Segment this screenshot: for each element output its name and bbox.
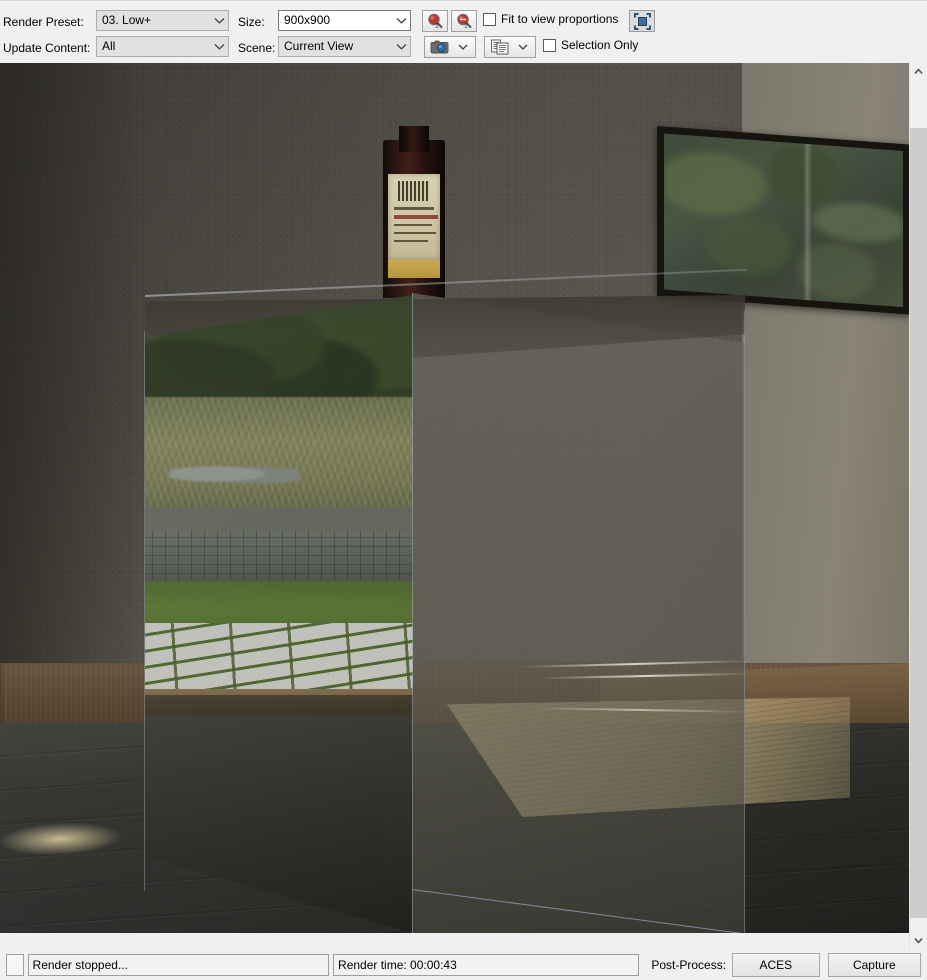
- render-toolbar: Render Preset: 03. Low+ Size: 900x900 2 …: [0, 0, 927, 63]
- mirror-glare: [802, 128, 812, 315]
- toolbar-row-1: Render Preset: 03. Low+ Size: 900x900 2 …: [0, 10, 927, 36]
- render-preset-dropdown[interactable]: 03. Low+: [96, 10, 229, 31]
- chevron-down-icon: [393, 11, 410, 30]
- selection-only-label: Selection Only: [561, 38, 639, 52]
- chevron-down-icon: [393, 37, 410, 56]
- scrollbar-track[interactable]: [910, 80, 927, 932]
- bottle-label-line: [394, 207, 434, 210]
- vertical-scrollbar[interactable]: [909, 63, 927, 949]
- wine-bottle: [383, 126, 445, 298]
- toolbar-row-2: Update Content: All Scene: Current View: [0, 36, 927, 62]
- chevron-down-icon: [914, 938, 923, 944]
- copy-to-clipboard-icon[interactable]: [485, 39, 515, 55]
- left-wall-shadow: [0, 63, 150, 683]
- status-bar: Render stopped... Render time: 00:00:43 …: [0, 949, 927, 980]
- render-time-field: Render time: 00:00:43: [333, 953, 640, 976]
- bottle-neck: [399, 126, 429, 152]
- render-viewport-container: [0, 63, 927, 949]
- scene-dropdown[interactable]: Current View: [278, 36, 411, 57]
- sunlight-pool-secondary: [0, 823, 130, 855]
- aces-button[interactable]: ACES: [732, 952, 820, 977]
- selection-only-checkbox[interactable]: Selection Only: [543, 37, 638, 53]
- rendered-image: [0, 63, 909, 933]
- capture-button[interactable]: Capture: [827, 952, 921, 977]
- render-preset-label: Render Preset:: [3, 15, 84, 29]
- bottle-label-line: [394, 240, 428, 242]
- chevron-up-icon: [914, 68, 923, 74]
- fit-to-view-proportions-label: Fit to view proportions: [501, 12, 619, 26]
- post-process-label: Post-Process:: [651, 957, 727, 972]
- render-canvas-area[interactable]: [0, 63, 909, 949]
- bottle-label-crest: [398, 181, 430, 201]
- update-content-label: Update Content:: [3, 41, 91, 55]
- fit-region-icon: [633, 12, 651, 30]
- checkbox-box: [483, 12, 496, 26]
- copy-image-split-button[interactable]: [484, 36, 536, 58]
- status-indicator-box: [6, 953, 24, 976]
- scene-value: Current View: [284, 39, 354, 53]
- chevron-down-icon: [211, 37, 228, 56]
- bottle-label: [388, 174, 440, 260]
- zoom-out-icon-button[interactable]: 2: [451, 10, 477, 32]
- scene-label: Scene:: [238, 41, 276, 55]
- update-content-value: All: [102, 39, 116, 53]
- status-message-field: Render stopped...: [27, 953, 330, 976]
- copy-dropdown-arrow-icon[interactable]: [515, 44, 531, 50]
- bottle-label-line: [394, 232, 436, 234]
- checkbox-box: [543, 38, 556, 52]
- size-label: Size:: [238, 15, 265, 29]
- render-camera-split-button[interactable]: [424, 36, 476, 58]
- update-content-dropdown[interactable]: All: [96, 36, 229, 57]
- zoom-in-icon: 2: [428, 13, 443, 30]
- fit-to-view-proportions-checkbox[interactable]: Fit to view proportions: [483, 11, 618, 27]
- render-preset-value: 03. Low+: [102, 13, 152, 27]
- render-window: Render Preset: 03. Low+ Size: 900x900 2 …: [0, 0, 927, 980]
- size-dropdown[interactable]: 900x900: [278, 10, 411, 31]
- mirror-foliage-reflection: [664, 133, 903, 308]
- zoom-out-icon: 2: [457, 13, 472, 30]
- scrollbar-thumb[interactable]: [910, 128, 927, 918]
- camera-icon[interactable]: [425, 39, 455, 55]
- scroll-up-button[interactable]: [910, 63, 927, 80]
- chevron-down-icon: [211, 11, 228, 30]
- bottle-label-line: [394, 224, 432, 226]
- bottle-label-strip: [388, 260, 440, 278]
- bottle-label-line: [394, 215, 438, 219]
- zoom-in-icon-button[interactable]: 2: [422, 10, 448, 32]
- framed-mirror: [657, 126, 909, 315]
- fit-region-button[interactable]: [629, 10, 655, 32]
- size-value: 900x900: [284, 13, 331, 27]
- scroll-down-button[interactable]: [910, 932, 927, 949]
- camera-dropdown-arrow-icon[interactable]: [455, 44, 471, 50]
